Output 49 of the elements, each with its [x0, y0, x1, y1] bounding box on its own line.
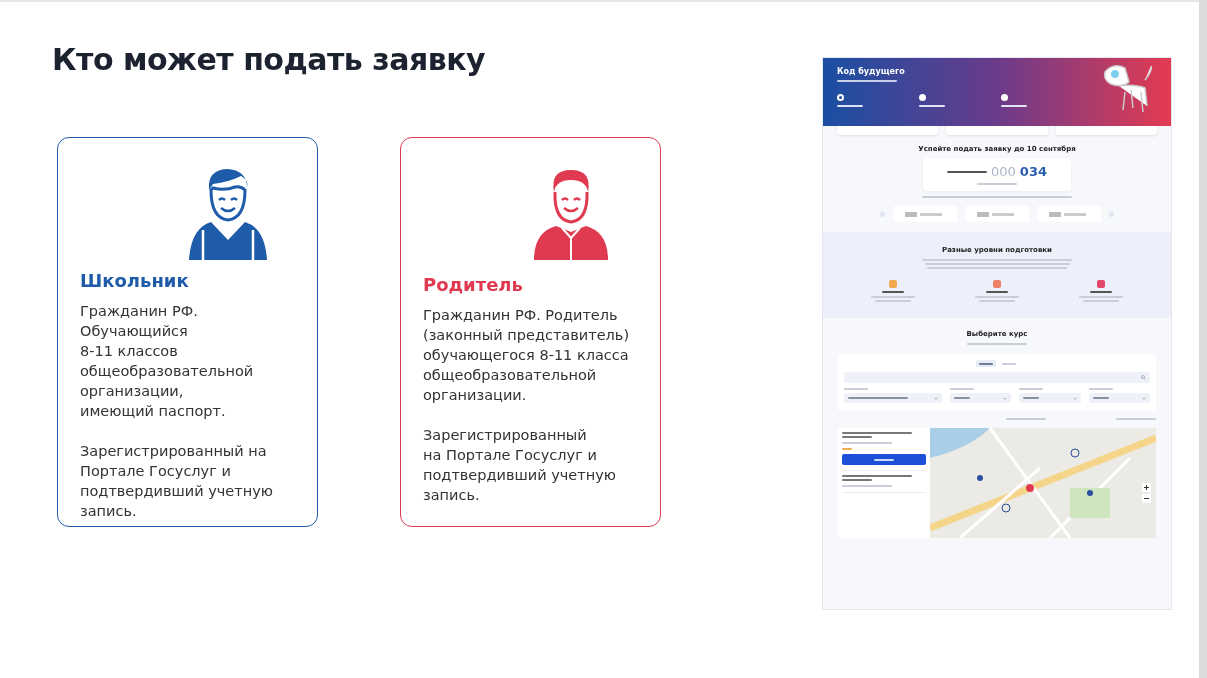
text-lines-drawing — [986, 291, 1008, 293]
text-lines-drawing — [842, 432, 912, 438]
text-lines-drawing — [1006, 418, 1046, 420]
card-text: Гражданин РФ. Родитель (законный представитель) обучающегося 8-11 класса общеобразовательной организации. — [423, 306, 631, 405]
text-lines-drawing — [1001, 105, 1027, 107]
partner-logo — [1037, 206, 1101, 222]
text-lines-drawing — [842, 448, 852, 450]
card-heading: Родитель — [423, 274, 524, 295]
text-lines-drawing — [1116, 418, 1156, 420]
text-lines-drawing — [837, 105, 863, 107]
partner-logo — [965, 206, 1029, 222]
search-icon[interactable] — [1141, 375, 1146, 380]
card-text: Гражданин РФ. Обучающийся 8-11 классов общеобразовательной организации, имеющий паспорт. — [80, 302, 255, 421]
counter-value: 034 — [1019, 164, 1047, 179]
counter-zeros: 000 — [991, 164, 1016, 179]
text-lines-drawing — [947, 170, 987, 173]
partner-logo — [893, 206, 957, 222]
filter-select[interactable] — [844, 393, 943, 403]
mode-tab[interactable] — [975, 360, 996, 367]
card-heading: Школьник — [80, 270, 190, 291]
filter-select[interactable] — [950, 393, 1012, 403]
course-item[interactable] — [842, 475, 926, 493]
text-lines-drawing — [967, 343, 1027, 345]
text-lines-drawing — [950, 388, 975, 390]
text-lines-drawing — [1079, 296, 1123, 302]
details-button[interactable] — [842, 454, 926, 465]
text-lines-drawing — [1090, 291, 1112, 293]
text-lines-drawing — [977, 183, 1017, 185]
chevron-down-icon — [1142, 396, 1146, 400]
course-item[interactable] — [842, 432, 926, 471]
text-lines-drawing — [844, 388, 868, 390]
text-lines-drawing — [842, 442, 892, 444]
card-text: Зарегистрированный на Портале Госуслуг и подтвердивший учетную запись. — [80, 442, 274, 521]
text-lines-drawing — [975, 296, 1019, 302]
filter-select[interactable] — [1088, 393, 1150, 403]
text-lines-drawing — [1019, 388, 1044, 390]
site-title: Код будущего — [837, 67, 906, 76]
text-lines-drawing — [842, 485, 892, 487]
search-field[interactable] — [844, 372, 1150, 383]
text-lines-drawing — [842, 475, 912, 481]
slide-title: Кто может подать заявку — [52, 42, 487, 77]
student-avatar-icon — [189, 166, 267, 260]
text-lines-drawing — [882, 291, 904, 293]
text-lines-drawing — [1088, 388, 1113, 390]
card-text: Зарегистрированный на Портале Госуслуг и подтвердивший учетную запись. — [423, 426, 617, 505]
text-lines-drawing — [837, 80, 897, 82]
text-lines-drawing — [919, 105, 945, 107]
text-lines-drawing — [871, 296, 915, 302]
filter-select[interactable] — [1019, 393, 1081, 403]
